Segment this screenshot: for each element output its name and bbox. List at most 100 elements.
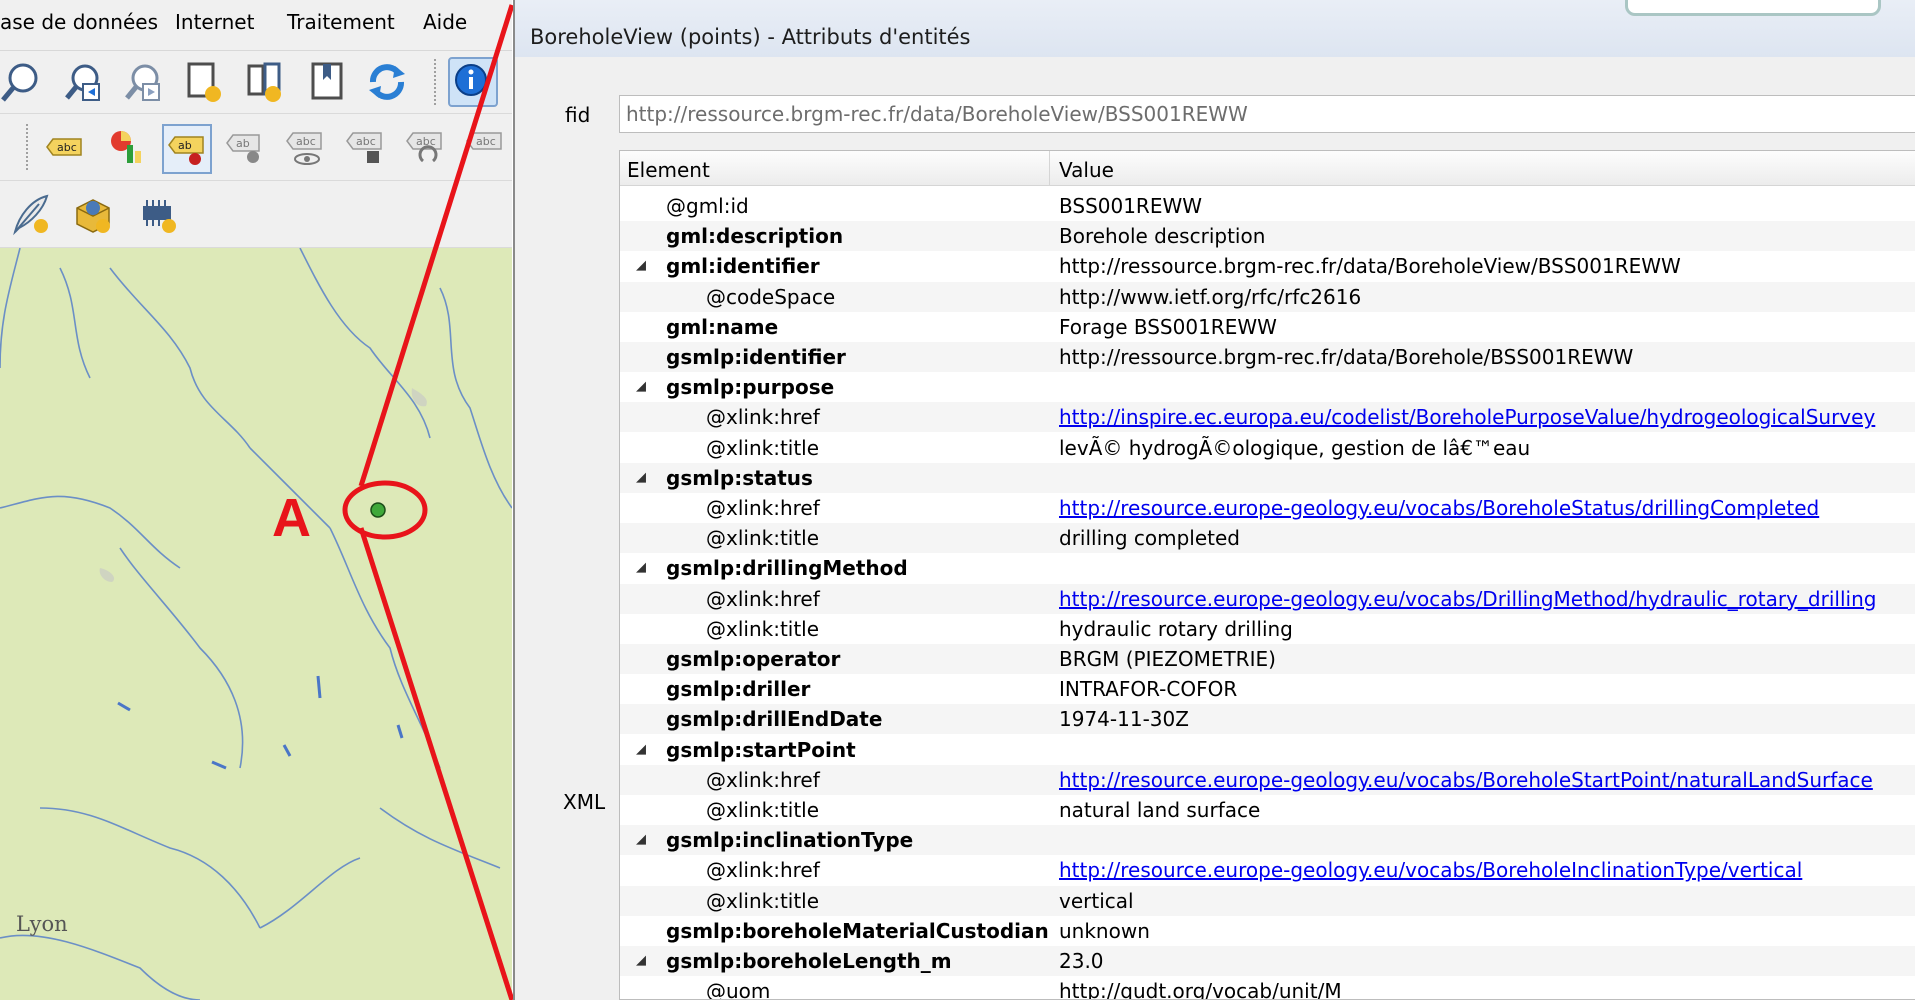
table-row[interactable]: ◢ gsmlp:purpose — [620, 372, 1915, 402]
expand-arrow-icon[interactable]: ◢ — [636, 560, 646, 575]
digitize-feather-icon[interactable] — [8, 191, 54, 237]
table-row[interactable]: gsmlp:driller INTRAFOR-COFOR — [620, 674, 1915, 704]
element-name-cell: gsmlp:identifier — [666, 345, 846, 369]
element-name-cell: @xlink:href — [706, 496, 820, 520]
table-row[interactable]: ◢ gsmlp:startPoint — [620, 735, 1915, 765]
new-map-tile-icon[interactable] — [182, 59, 228, 105]
element-name-cell: @xlink:title — [706, 798, 820, 822]
table-row[interactable]: @gml:id BSS001REWW — [620, 191, 1915, 221]
diagram-icon[interactable] — [104, 124, 150, 170]
fid-label: fid — [565, 103, 591, 127]
identify-icon[interactable] — [448, 57, 498, 107]
map-canvas[interactable] — [0, 248, 512, 1000]
value-cell: http://www.ietf.org/rfc/rfc2616 — [1059, 284, 1362, 309]
menu-internet[interactable]: Internet — [175, 10, 254, 34]
label-rotate-icon[interactable]: abc — [402, 124, 448, 170]
column-divider[interactable] — [1049, 151, 1050, 185]
feature-attributes-dialog: BoreholeView (points) - Attributs d'enti… — [513, 0, 1915, 1000]
table-row[interactable]: @xlink:href http://resource.europe-geolog… — [620, 855, 1915, 885]
value-cell: vertical — [1059, 888, 1134, 913]
column-header-element[interactable]: Element — [627, 158, 710, 182]
element-name-cell: @xlink:href — [706, 767, 820, 792]
value-link[interactable]: http://resource.europe-geology.eu/vocabs… — [1059, 496, 1819, 520]
qgis-window: ase de données Internet Traitement Aide — [0, 0, 512, 1000]
table-row[interactable]: ◢ gsmlp:drillingMethod — [620, 553, 1915, 583]
label-visibility-icon[interactable]: abc — [282, 124, 328, 170]
table-row[interactable]: gsmlp:drillEndDate 1974-11-30Z — [620, 704, 1915, 735]
table-row[interactable]: ◢ gsmlp:status — [620, 462, 1915, 493]
bookmark-icon[interactable] — [304, 59, 350, 105]
menu-traitement[interactable]: Traitement — [287, 10, 395, 34]
table-row[interactable]: gml:name Forage BSS001REWW — [620, 312, 1915, 342]
table-row[interactable]: @xlink:href http://resource.europe-geolog… — [620, 493, 1915, 523]
element-name-cell: gml:name — [666, 314, 779, 339]
table-row[interactable]: gsmlp:identifier http://ressource.brgm-re… — [620, 342, 1915, 372]
map-tile-star-icon[interactable] — [244, 59, 290, 105]
menu-base-de-donnees[interactable]: ase de données — [0, 10, 158, 34]
value-link[interactable]: http://resource.europe-geology.eu/vocabs… — [1059, 587, 1876, 611]
element-name-cell: gsmlp:driller — [666, 677, 811, 702]
svg-text:abc: abc — [476, 135, 496, 148]
element-name-cell: gml:description — [666, 224, 844, 249]
table-row[interactable]: @xlink:href http://resource.europe-geolog… — [620, 583, 1915, 614]
element-name-cell: gsmlp:boreholeMaterialCustodian — [666, 918, 1049, 943]
xml-tree-view[interactable]: Element Value @gml:id BSS001REWW gml:descr… — [619, 150, 1915, 1000]
label-pin-icon[interactable]: ab — [162, 124, 212, 174]
element-name-cell: @codeSpace — [706, 284, 836, 309]
table-row[interactable]: @xlink:title vertical — [620, 885, 1915, 916]
table-row[interactable]: @xlink:title levÃ© hydrogÃ©ologique, gest… — [620, 433, 1915, 463]
table-row[interactable]: ◢ gsmlp:inclinationType — [620, 825, 1915, 856]
map-navigation-toolbar — [0, 51, 512, 114]
label-show-icon[interactable]: ab — [222, 124, 268, 170]
label-move-icon[interactable]: abc — [342, 124, 388, 170]
toolbar-separator — [434, 59, 439, 105]
zoom-last-icon[interactable] — [60, 59, 106, 105]
table-row[interactable]: @xlink:title hydraulic rotary drilling — [620, 614, 1915, 644]
element-name-cell: @gml:id — [666, 194, 749, 218]
table-row[interactable]: @xlink:href http://inspire.ec.europa.eu/c… — [620, 402, 1915, 433]
new-geopackage-icon[interactable] — [70, 191, 116, 237]
expand-arrow-icon[interactable]: ◢ — [636, 379, 646, 394]
fid-field[interactable]: http://ressource.brgm-rec.fr/data/Boreho… — [619, 95, 1915, 133]
value-cell: 23.0 — [1059, 949, 1104, 973]
label-abc-icon[interactable]: abc — [40, 124, 86, 170]
table-row[interactable]: gml:description Borehole description — [620, 221, 1915, 252]
value-cell: http://qudt.org/vocab/unit/M — [1059, 979, 1342, 1000]
element-name-cell: @uom — [706, 979, 771, 1000]
table-row[interactable]: @uom http://qudt.org/vocab/unit/M — [620, 976, 1915, 1000]
table-row[interactable]: gsmlp:boreholeMaterialCustodian unknown — [620, 916, 1915, 946]
menu-aide[interactable]: Aide — [423, 10, 467, 34]
value-cell: natural land surface — [1059, 798, 1261, 822]
value-link[interactable]: http://inspire.ec.europa.eu/codelist/Bor… — [1059, 405, 1875, 429]
table-row[interactable]: ◢ gsmlp:boreholeLength_m 23.0 — [620, 946, 1915, 976]
expand-arrow-icon[interactable]: ◢ — [636, 832, 646, 847]
refresh-icon[interactable] — [364, 59, 410, 105]
value-link[interactable]: http://resource.europe-geology.eu/vocabs… — [1059, 858, 1802, 882]
zoom-next-icon[interactable] — [120, 59, 166, 105]
value-cell: 1974-11-30Z — [1059, 707, 1189, 732]
element-name-cell: @xlink:title — [706, 526, 820, 551]
svg-text:ab: ab — [178, 139, 192, 152]
expand-arrow-icon[interactable]: ◢ — [636, 258, 646, 273]
label-change-icon[interactable]: abc — [462, 124, 508, 170]
xml-label: XML — [563, 790, 606, 814]
table-row[interactable]: @xlink:title drilling completed — [620, 523, 1915, 554]
table-row[interactable]: @codeSpace http://www.ietf.org/rfc/rfc261… — [620, 281, 1915, 312]
toolbar-separator — [26, 124, 31, 170]
value-link[interactable]: http://resource.europe-geology.eu/vocabs… — [1059, 768, 1873, 792]
new-memory-layer-icon[interactable] — [136, 191, 182, 237]
table-row[interactable]: ◢ gml:identifier http://ressource.brgm-rec… — [620, 251, 1915, 281]
value-cell: unknown — [1059, 918, 1150, 943]
zoom-in-icon[interactable] — [0, 59, 46, 105]
column-header-value[interactable]: Value — [1059, 158, 1114, 182]
tree-header: Element Value — [620, 151, 1915, 186]
value-cell: http://ressource.brgm-rec.fr/data/Boreho… — [1059, 254, 1681, 279]
expand-arrow-icon[interactable]: ◢ — [636, 742, 646, 757]
value-cell: INTRAFOR-COFOR — [1059, 677, 1238, 702]
table-row[interactable]: @xlink:href http://resource.europe-geolog… — [620, 764, 1915, 795]
table-row[interactable]: gsmlp:operator BRGM (PIEZOMETRIE) — [620, 644, 1915, 674]
expand-arrow-icon[interactable]: ◢ — [636, 470, 646, 485]
expand-arrow-icon[interactable]: ◢ — [636, 953, 646, 968]
table-row[interactable]: @xlink:title natural land surface — [620, 795, 1915, 825]
element-name-cell: @xlink:title — [706, 888, 820, 913]
